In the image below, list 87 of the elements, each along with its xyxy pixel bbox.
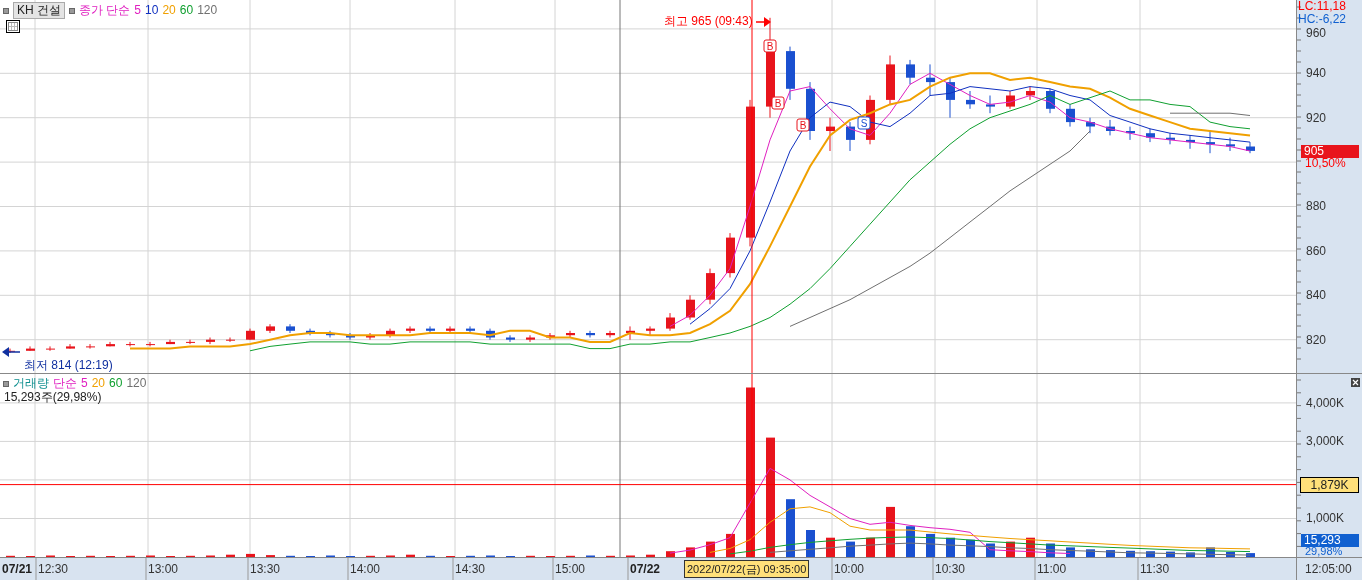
candlestick: [446, 325, 455, 334]
candlestick: [526, 334, 535, 343]
time-label: 10:00: [834, 561, 865, 577]
price-tick-label: 960: [1306, 26, 1327, 40]
candlestick: [906, 59, 915, 85]
candlestick: [566, 330, 575, 338]
ma-period: 5: [134, 3, 142, 18]
ma-period: 60: [179, 3, 194, 18]
volume-ratio-label: 29,98%: [1305, 546, 1343, 557]
candlestick: [126, 341, 135, 347]
candlestick: [686, 294, 695, 321]
bar: [806, 530, 815, 557]
time-label: 11:30: [1140, 561, 1170, 577]
price-tick-label: 840: [1306, 288, 1327, 302]
price-tick-label: 860: [1306, 244, 1327, 258]
candlestick: [966, 90, 975, 110]
candlestick: [1026, 86, 1035, 101]
close-icon[interactable]: [1351, 378, 1360, 387]
legend-handle-icon: [3, 7, 9, 14]
current-price-label: 905: [1301, 145, 1359, 158]
volume-tick-label: 1,000K: [1306, 511, 1345, 525]
ma-period: 120: [197, 3, 218, 18]
candlestick: [46, 345, 55, 352]
crosshair-time-label: 2022/07/22(금) 09:35:00: [684, 560, 810, 578]
price-tick-label: 880: [1306, 199, 1327, 213]
time-label: 12:30: [38, 561, 69, 577]
ma-period: 5: [81, 376, 88, 391]
arrow-icon: [755, 17, 771, 27]
candlestick: [206, 337, 215, 345]
arrow-icon: [2, 347, 21, 357]
crosshair-value-label: 1,879K: [1300, 477, 1359, 493]
candlestick: [606, 330, 615, 338]
candlestick: [926, 63, 935, 96]
price-tick-label: 820: [1306, 333, 1327, 347]
volume-reading: 15,293주(29,98%): [4, 390, 102, 404]
legend-handle-icon: [3, 380, 9, 387]
trade-marker: S: [857, 116, 871, 130]
high-price-note: 최고 965 (09:43): [664, 14, 753, 29]
candlestick: [506, 334, 515, 343]
table-icon: [6, 20, 20, 33]
current-volume-label: 15,293: [1301, 534, 1359, 547]
low-price-note: 최저 814 (12:19): [24, 358, 113, 372]
candlestick: [86, 343, 95, 350]
volume-tick-label: 4,000K: [1306, 396, 1345, 410]
candlestick: [406, 325, 415, 334]
ma-period: 120: [126, 376, 147, 391]
ma-label: 단순: [53, 376, 77, 391]
candlestick: [166, 339, 175, 345]
time-label: 14:00: [350, 561, 381, 577]
candlestick: [186, 339, 195, 345]
candlestick: [466, 325, 475, 334]
candlestick: [646, 325, 655, 336]
candlestick: [586, 330, 595, 338]
time-label: 13:30: [250, 561, 281, 577]
ma-period: 20: [162, 3, 176, 18]
time-label: 14:30: [455, 561, 486, 577]
stock-name-button[interactable]: KH 건설: [13, 2, 65, 19]
candlestick: [226, 337, 235, 343]
bar: [766, 437, 775, 557]
legend-handle-icon: [69, 7, 75, 14]
trade-marker: B: [771, 96, 785, 110]
volume-label: 거래량: [13, 376, 49, 391]
volume-tick-label: 3,000K: [1306, 434, 1345, 448]
trade-marker: B: [763, 39, 777, 53]
time-label: 15:00: [555, 561, 586, 577]
trade-marker: B: [796, 118, 810, 132]
ma-period: 10: [145, 3, 159, 18]
ma-period: 20: [91, 376, 106, 391]
time-label: 12:05:00: [1305, 561, 1352, 577]
candlestick: [826, 117, 835, 152]
time-label: 11:00: [1037, 561, 1067, 577]
hc-value: HC:-6,22: [1298, 13, 1347, 26]
time-label: 10:30: [935, 561, 966, 577]
price-tick-label: 920: [1306, 111, 1327, 125]
candlestick: [426, 325, 435, 334]
price-tick-label: 940: [1306, 66, 1327, 80]
ma-label: 종가 단순: [79, 3, 131, 18]
time-label: 13:00: [148, 561, 179, 577]
bar: [786, 499, 795, 557]
ma-period: 60: [109, 376, 123, 391]
candlestick: [26, 345, 35, 352]
candlestick: [146, 341, 155, 347]
lc-value: LC:11,18: [1298, 0, 1346, 13]
bar: [246, 553, 255, 557]
change-rate-label: 10,50%: [1305, 157, 1346, 170]
date-label: 07/21: [2, 561, 33, 577]
date-label: 07/22: [630, 561, 661, 577]
